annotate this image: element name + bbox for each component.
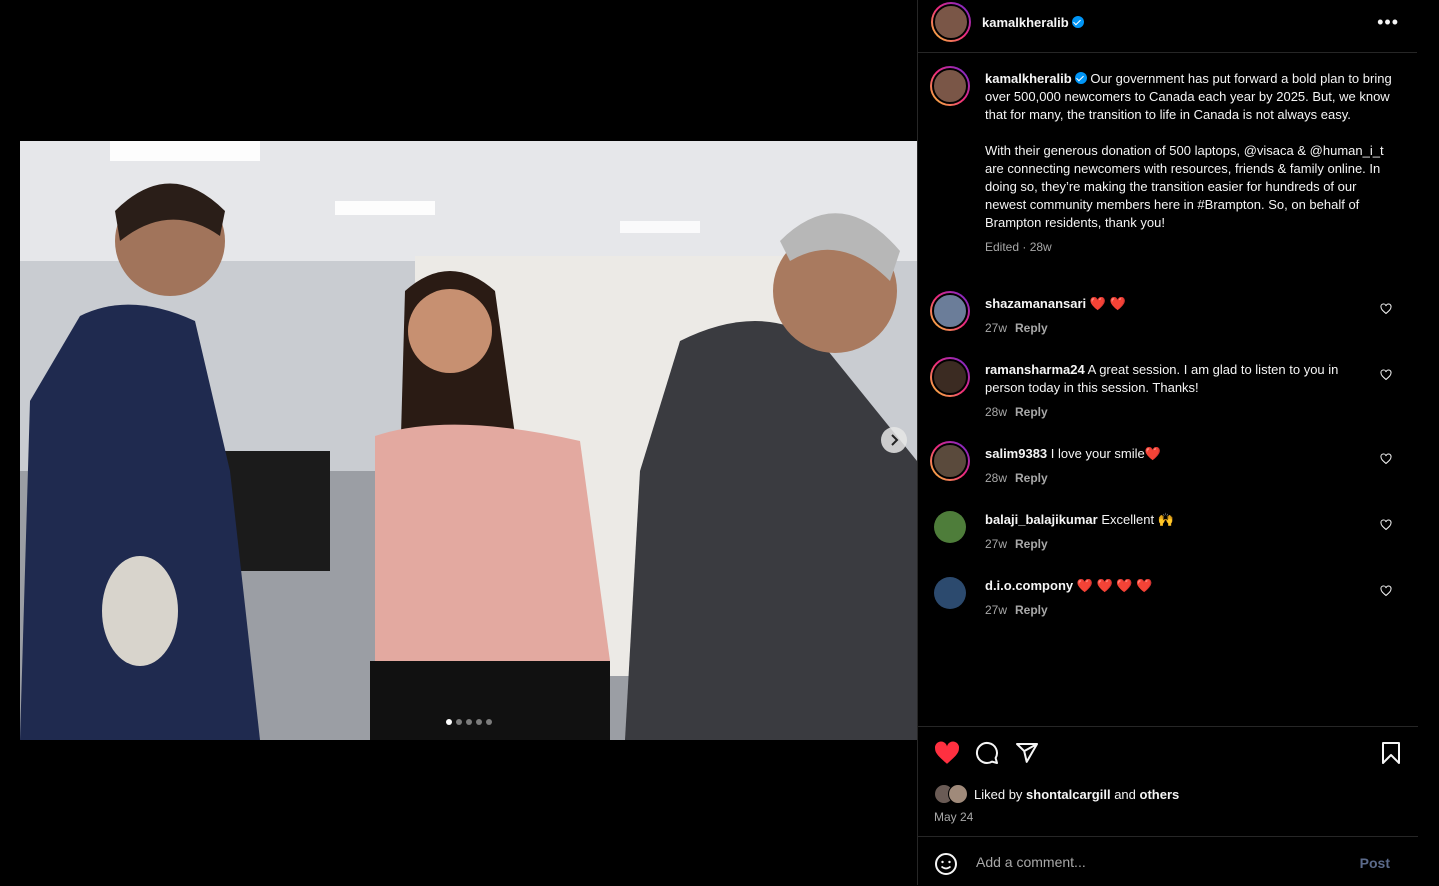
reply-button[interactable]: Reply bbox=[1015, 405, 1048, 419]
likes-and: and bbox=[1114, 786, 1136, 802]
comment-item: ramansharma24 A great session. I am glad… bbox=[930, 357, 1406, 419]
comment-time: 28w bbox=[985, 471, 1008, 485]
comment-username[interactable]: ramansharma24 bbox=[985, 362, 1085, 377]
carousel-indicator bbox=[446, 719, 492, 725]
comment-input[interactable] bbox=[974, 849, 1358, 875]
carousel-dot bbox=[446, 719, 452, 725]
comment-text: Excellent 🙌 bbox=[1101, 512, 1174, 527]
post-header: kamalkheralib ••• bbox=[918, 0, 1417, 53]
carousel-dot bbox=[466, 719, 472, 725]
caption-username[interactable]: kamalkheralib bbox=[985, 71, 1072, 86]
comment-body: d.i.o.compony ❤️ ❤️ ❤️ ❤️ 27w Reply bbox=[985, 577, 1365, 619]
heart-icon[interactable] bbox=[1380, 303, 1392, 315]
post-photo bbox=[20, 141, 917, 740]
likes-others[interactable]: others bbox=[1140, 787, 1180, 802]
comment-body: shazamanansari ❤️ ❤️ 27w Reply bbox=[985, 295, 1365, 337]
comment-avatar[interactable] bbox=[930, 291, 970, 331]
chevron-right-icon bbox=[891, 434, 899, 446]
comment-meta: 28w Reply bbox=[985, 469, 1365, 487]
emoji-icon[interactable] bbox=[934, 852, 958, 876]
comment-item: salim9383 I love your smile❤️ 28w Reply bbox=[930, 441, 1406, 501]
comment-body: balaji_balajikumar Excellent 🙌 27w Reply bbox=[985, 511, 1365, 553]
comment-username[interactable]: balaji_balajikumar bbox=[985, 512, 1098, 527]
comment-meta: 27w Reply bbox=[985, 319, 1365, 337]
heart-icon[interactable] bbox=[1380, 369, 1392, 381]
comment-text: ❤️ ❤️ bbox=[1089, 296, 1126, 311]
likes-prefix: Liked by bbox=[974, 786, 1023, 802]
post-side-panel: kamalkheralib ••• kamalkheralib Our gove… bbox=[917, 0, 1418, 886]
heart-icon[interactable] bbox=[1380, 585, 1392, 597]
comment-avatar[interactable] bbox=[934, 577, 966, 609]
reply-button[interactable]: Reply bbox=[1015, 321, 1048, 335]
likes-user[interactable]: shontalcargill bbox=[1026, 787, 1111, 802]
comment-username[interactable]: d.i.o.compony bbox=[985, 578, 1073, 593]
comment-item: balaji_balajikumar Excellent 🙌 27w Reply bbox=[930, 507, 1406, 567]
comment-time: 27w bbox=[985, 537, 1008, 551]
comment-time: 28w bbox=[985, 405, 1008, 419]
carousel-dot bbox=[486, 719, 492, 725]
post-comment-button[interactable]: Post bbox=[1360, 855, 1390, 871]
reply-button[interactable]: Reply bbox=[1015, 603, 1048, 617]
caption-text: Our government has put forward a bold pl… bbox=[985, 71, 1392, 230]
comment-body: salim9383 I love your smile❤️ 28w Reply bbox=[985, 445, 1365, 487]
next-photo-button[interactable] bbox=[881, 427, 907, 453]
comment-time: 27w bbox=[985, 603, 1008, 617]
header-user[interactable]: kamalkheralib bbox=[982, 14, 1084, 32]
reply-button[interactable]: Reply bbox=[1015, 537, 1048, 551]
comment-text: ❤️ ❤️ ❤️ ❤️ bbox=[1076, 578, 1153, 593]
likes-summary: Liked by shontalcargill and others bbox=[934, 784, 1179, 804]
liker-avatar bbox=[948, 784, 968, 804]
comment-username[interactable]: shazamanansari bbox=[985, 296, 1086, 311]
carousel-dot bbox=[456, 719, 462, 725]
post-date[interactable]: May 24 bbox=[934, 810, 973, 824]
comment-meta: 27w Reply bbox=[985, 601, 1365, 619]
comment-username[interactable]: salim9383 bbox=[985, 446, 1047, 461]
comment-avatar[interactable] bbox=[930, 441, 970, 481]
comment-avatar[interactable] bbox=[930, 357, 970, 397]
carousel-dot bbox=[476, 719, 482, 725]
heart-icon[interactable] bbox=[1380, 453, 1392, 465]
add-comment-bar: Post bbox=[918, 836, 1418, 886]
comment-body: ramansharma24 A great session. I am glad… bbox=[985, 361, 1365, 421]
comment-time: 27w bbox=[985, 321, 1008, 335]
media-area bbox=[0, 0, 917, 885]
post-actions: Liked by shontalcargill and others May 2… bbox=[918, 726, 1418, 837]
bookmark-icon[interactable] bbox=[1380, 741, 1402, 765]
header-avatar[interactable] bbox=[931, 2, 971, 42]
caption-avatar[interactable] bbox=[930, 66, 970, 106]
share-icon[interactable] bbox=[1015, 741, 1039, 765]
comment-avatar[interactable] bbox=[934, 511, 966, 543]
like-heart-icon[interactable] bbox=[934, 741, 960, 765]
header-username[interactable]: kamalkheralib bbox=[982, 15, 1069, 30]
verified-icon bbox=[1074, 72, 1087, 84]
comment-icon[interactable] bbox=[975, 741, 999, 765]
heart-icon[interactable] bbox=[1380, 519, 1392, 531]
verified-icon bbox=[1071, 16, 1084, 28]
caption-meta: Edited · 28w bbox=[985, 240, 1052, 254]
more-icon[interactable]: ••• bbox=[1377, 13, 1399, 31]
photo-illustration bbox=[20, 141, 917, 740]
comment-text: I love your smile❤️ bbox=[1050, 446, 1161, 461]
caption-body: kamalkheralib Our government has put for… bbox=[985, 70, 1395, 256]
comment-meta: 27w Reply bbox=[985, 535, 1365, 553]
comment-item: shazamanansari ❤️ ❤️ 27w Reply bbox=[930, 291, 1406, 351]
comment-meta: 28w Reply bbox=[985, 403, 1365, 421]
comment-item: d.i.o.compony ❤️ ❤️ ❤️ ❤️ 27w Reply bbox=[930, 573, 1406, 633]
reply-button[interactable]: Reply bbox=[1015, 471, 1048, 485]
